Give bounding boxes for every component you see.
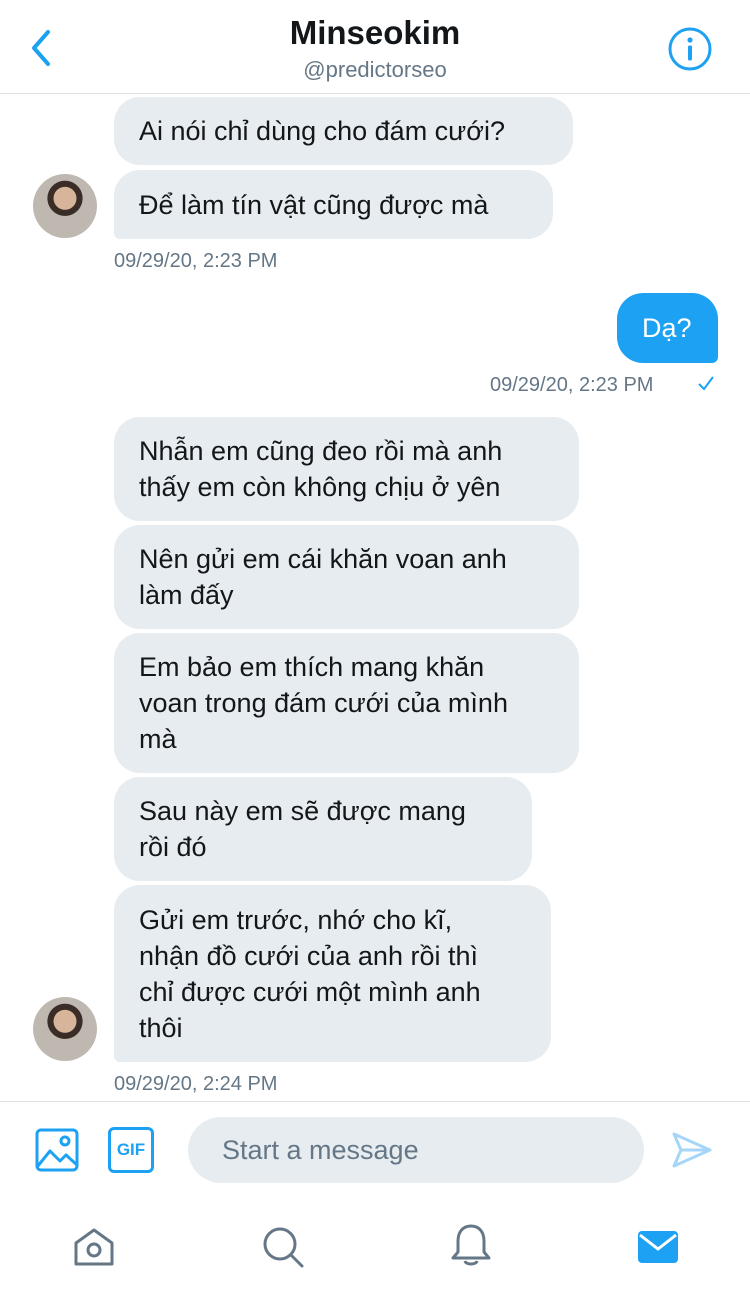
checkmark-icon [698, 376, 714, 391]
sent-message[interactable]: Dạ? [617, 293, 718, 363]
received-message[interactable]: Để làm tín vật cũng được mà [114, 170, 553, 239]
info-icon[interactable] [667, 26, 713, 72]
search-icon[interactable] [261, 1225, 305, 1269]
conversation-handle: @predictorseo [303, 57, 447, 82]
avatar[interactable] [33, 174, 97, 238]
conversation-header: Minseokim @predictorseo [0, 0, 750, 94]
notifications-bell-icon[interactable] [449, 1222, 493, 1268]
message-input-placeholder: Start a message [222, 1134, 419, 1165]
avatar[interactable] [33, 997, 97, 1061]
gif-button[interactable]: GIF [108, 1127, 154, 1173]
image-icon[interactable] [34, 1127, 80, 1173]
received-message[interactable]: Gửi em trước, nhớ cho kĩ, nhận đồ cưới c… [114, 885, 551, 1062]
messages-envelope-icon[interactable] [636, 1227, 680, 1267]
received-message[interactable]: Ai nói chỉ dùng cho đám cưới? [114, 97, 573, 165]
home-icon[interactable] [72, 1225, 116, 1269]
send-icon[interactable] [670, 1128, 714, 1172]
gif-label: GIF [116, 1140, 146, 1159]
message-timestamp: 09/29/20, 2:23 PM [490, 374, 654, 396]
received-message[interactable]: Em bảo em thích mang khăn voan trong đám… [114, 633, 579, 773]
received-message[interactable]: Nên gửi em cái khăn voan anh làm đấy [114, 525, 579, 629]
message-timestamp: 09/29/20, 2:24 PM [114, 1073, 278, 1095]
conversation-title[interactable]: Minseokim [0, 14, 750, 52]
received-message[interactable]: Nhẫn em cũng đeo rồi mà anh thấy em còn … [114, 417, 579, 521]
received-message[interactable]: Sau này em sẽ được mang rồi đó [114, 777, 532, 881]
message-timestamp: 09/29/20, 2:23 PM [114, 250, 278, 272]
message-input[interactable]: Start a message [188, 1117, 644, 1183]
